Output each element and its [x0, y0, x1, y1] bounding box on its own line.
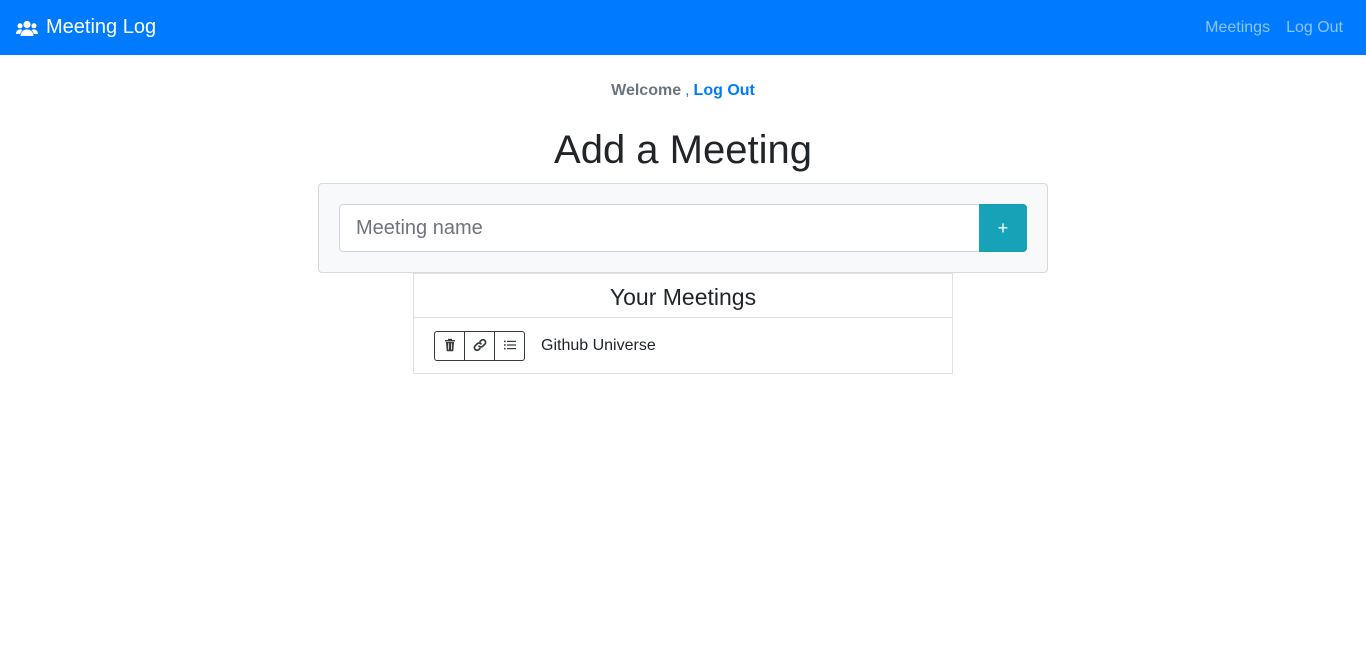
nav-links: Meetings Log Out — [1189, 19, 1343, 37]
list-item: Github Universe — [414, 318, 952, 374]
nav-link-logout[interactable]: Log Out — [1286, 19, 1343, 37]
meeting-name-input[interactable] — [339, 204, 979, 252]
page-title: Add a Meeting — [554, 128, 812, 172]
delete-meeting-button[interactable] — [434, 331, 465, 361]
meeting-actions — [434, 331, 525, 361]
meeting-list-button[interactable] — [494, 331, 525, 361]
brand-link[interactable]: Meeting Log — [16, 16, 156, 39]
meeting-name: Github Universe — [541, 337, 656, 354]
meetings-card: Your Meetings Github Universe — [413, 273, 953, 374]
add-meeting-form: + — [339, 204, 1027, 252]
brand-text: Meeting Log — [46, 16, 157, 38]
meetings-header: Your Meetings — [414, 274, 952, 318]
add-meeting-card: + — [318, 183, 1048, 273]
nav-link-meetings[interactable]: Meetings — [1205, 19, 1270, 37]
welcome-line: Welcome, Log Out — [0, 82, 1366, 100]
welcome-separator: , — [685, 82, 690, 99]
trash-icon — [443, 338, 457, 355]
link-icon — [473, 338, 487, 355]
add-meeting-button[interactable]: + — [979, 204, 1027, 252]
navbar: Meeting Log Meetings Log Out — [0, 0, 1366, 55]
welcome-logout-link[interactable]: Log Out — [694, 82, 755, 99]
welcome-text: Welcome — [611, 82, 682, 99]
users-icon — [16, 20, 38, 36]
meeting-link-button[interactable] — [464, 331, 495, 361]
list-icon — [503, 338, 517, 355]
